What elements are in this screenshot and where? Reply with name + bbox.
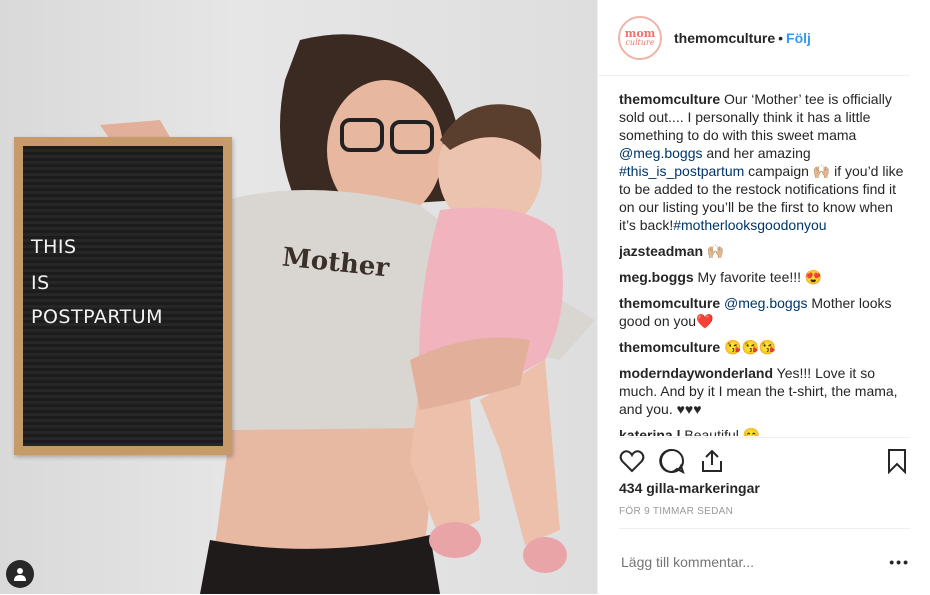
comment-username-link[interactable]: themomculture [619,295,720,311]
brand-logo: mom culture [624,26,656,47]
letter-board-felt: THIS IS POSTPARTUM [23,146,223,446]
header-separator: • [778,29,784,46]
comment-text: and her amazing [702,145,811,161]
comment-username-link[interactable]: themomculture [619,91,720,107]
comment-item: themomculture @meg.boggs Mother looks go… [619,294,910,330]
comment-item: moderndaywonderland Yes!!! Love it so mu… [619,364,910,418]
instagram-post: THIS IS POSTPARTUM Mother mom culture th… [0,0,930,594]
comment-text: 😘😘😘 [720,339,777,355]
more-options-icon[interactable]: ••• [889,554,910,570]
comment-text: Beautiful 😊 [680,427,761,436]
avatar-logo-line2: culture [625,37,655,47]
likes-count[interactable]: 434 gilla-markeringar [619,480,760,496]
post-photo[interactable]: THIS IS POSTPARTUM Mother [0,0,597,594]
comment-username-link[interactable]: moderndaywonderland [619,365,773,381]
comment-item: katerina.l Beautiful 😊 [619,426,910,436]
comment-username-link[interactable]: katerina.l [619,427,680,436]
header-username-link[interactable]: themomculture [674,30,775,46]
comment-item: jazsteadman 🙌🏼 [619,242,910,260]
comments-list[interactable]: themomculture Our ‘Mother’ tee is offici… [619,90,910,436]
comment-username-link[interactable]: themomculture [619,339,720,355]
board-line-2: IS [31,272,50,294]
comment-username-link[interactable]: jazsteadman [619,243,703,259]
comment-link[interactable]: @meg.boggs [720,295,808,311]
share-icon[interactable] [699,448,725,474]
comment-link[interactable]: #motherlooksgoodonyou [673,217,826,233]
post-timestamp[interactable]: FÖR 9 TIMMAR SEDAN [619,506,733,517]
bookmark-icon[interactable] [884,448,910,474]
comment-link[interactable]: @meg.boggs [619,145,702,161]
user-tag-button[interactable] [6,560,34,588]
comment-text: 🙌🏼 [703,243,725,259]
add-comment-bar: ••• [619,528,910,595]
comment-username-link[interactable]: meg.boggs [619,269,694,285]
comment-text: My favorite tee!!! 😍 [693,269,823,285]
avatar[interactable]: mom culture [618,15,662,60]
heart-icon[interactable] [619,448,645,474]
follow-button[interactable]: Följ [786,30,811,46]
letter-board: THIS IS POSTPARTUM [14,137,232,455]
comment-item: themomculture Our ‘Mother’ tee is offici… [619,90,910,234]
action-bar [619,437,910,486]
avatar-logo-line1: mom [624,26,656,40]
board-line-1: THIS [31,236,77,258]
board-line-3: POSTPARTUM [31,306,164,328]
comment-link[interactable]: #this_is_postpartum [619,163,744,179]
post-side-panel: mom culture themomculture • Följ themomc… [597,0,930,594]
person-icon [14,568,26,581]
post-header: mom culture themomculture • Följ [598,0,910,76]
comment-item: meg.boggs My favorite tee!!! 😍 [619,268,910,286]
comment-icon[interactable] [659,448,685,474]
comment-item: themomculture 😘😘😘 [619,338,910,356]
comment-input[interactable] [619,553,890,571]
